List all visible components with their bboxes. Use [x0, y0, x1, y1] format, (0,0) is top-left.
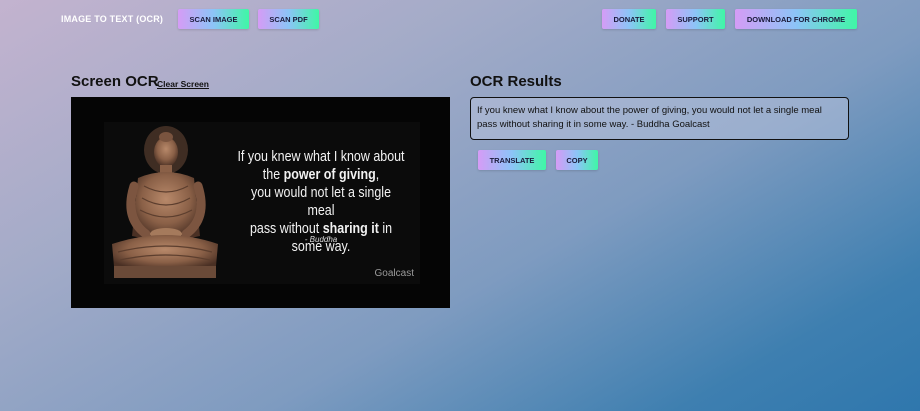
download-for-chrome-button[interactable]: DOWNLOAD FOR CHROME: [735, 9, 857, 29]
quote-author: - Buddha: [304, 235, 338, 244]
screen-ocr-title: Screen OCR: [71, 73, 159, 90]
translate-button[interactable]: TRANSLATE: [478, 150, 546, 170]
goalcast-watermark: Goalcast: [374, 268, 414, 279]
buddha-statue-image: [112, 126, 218, 278]
donate-button[interactable]: DONATE: [602, 9, 656, 29]
scan-image-button[interactable]: SCAN IMAGE: [178, 9, 249, 29]
copy-button[interactable]: COPY: [556, 150, 598, 170]
app-brand[interactable]: IMAGE TO TEXT (OCR): [61, 14, 163, 24]
support-button[interactable]: SUPPORT: [666, 9, 725, 29]
top-nav-bar: IMAGE TO TEXT (OCR) SCAN IMAGE SCAN PDF …: [0, 0, 920, 38]
ocr-results-title: OCR Results: [470, 73, 562, 90]
scan-pdf-button[interactable]: SCAN PDF: [258, 9, 319, 29]
quote-line: If you knew what I know about: [237, 149, 405, 165]
quote-line: you would not let a single meal: [250, 185, 392, 219]
screen-capture-image: If you knew what I know about the power …: [71, 97, 450, 308]
clear-screen-link[interactable]: Clear Screen: [157, 79, 209, 89]
quote-image: If you knew what I know about the power …: [104, 122, 420, 284]
ocr-result-textbox[interactable]: If you knew what I know about the power …: [470, 97, 849, 140]
quote-line: the power of giving,: [262, 167, 380, 183]
